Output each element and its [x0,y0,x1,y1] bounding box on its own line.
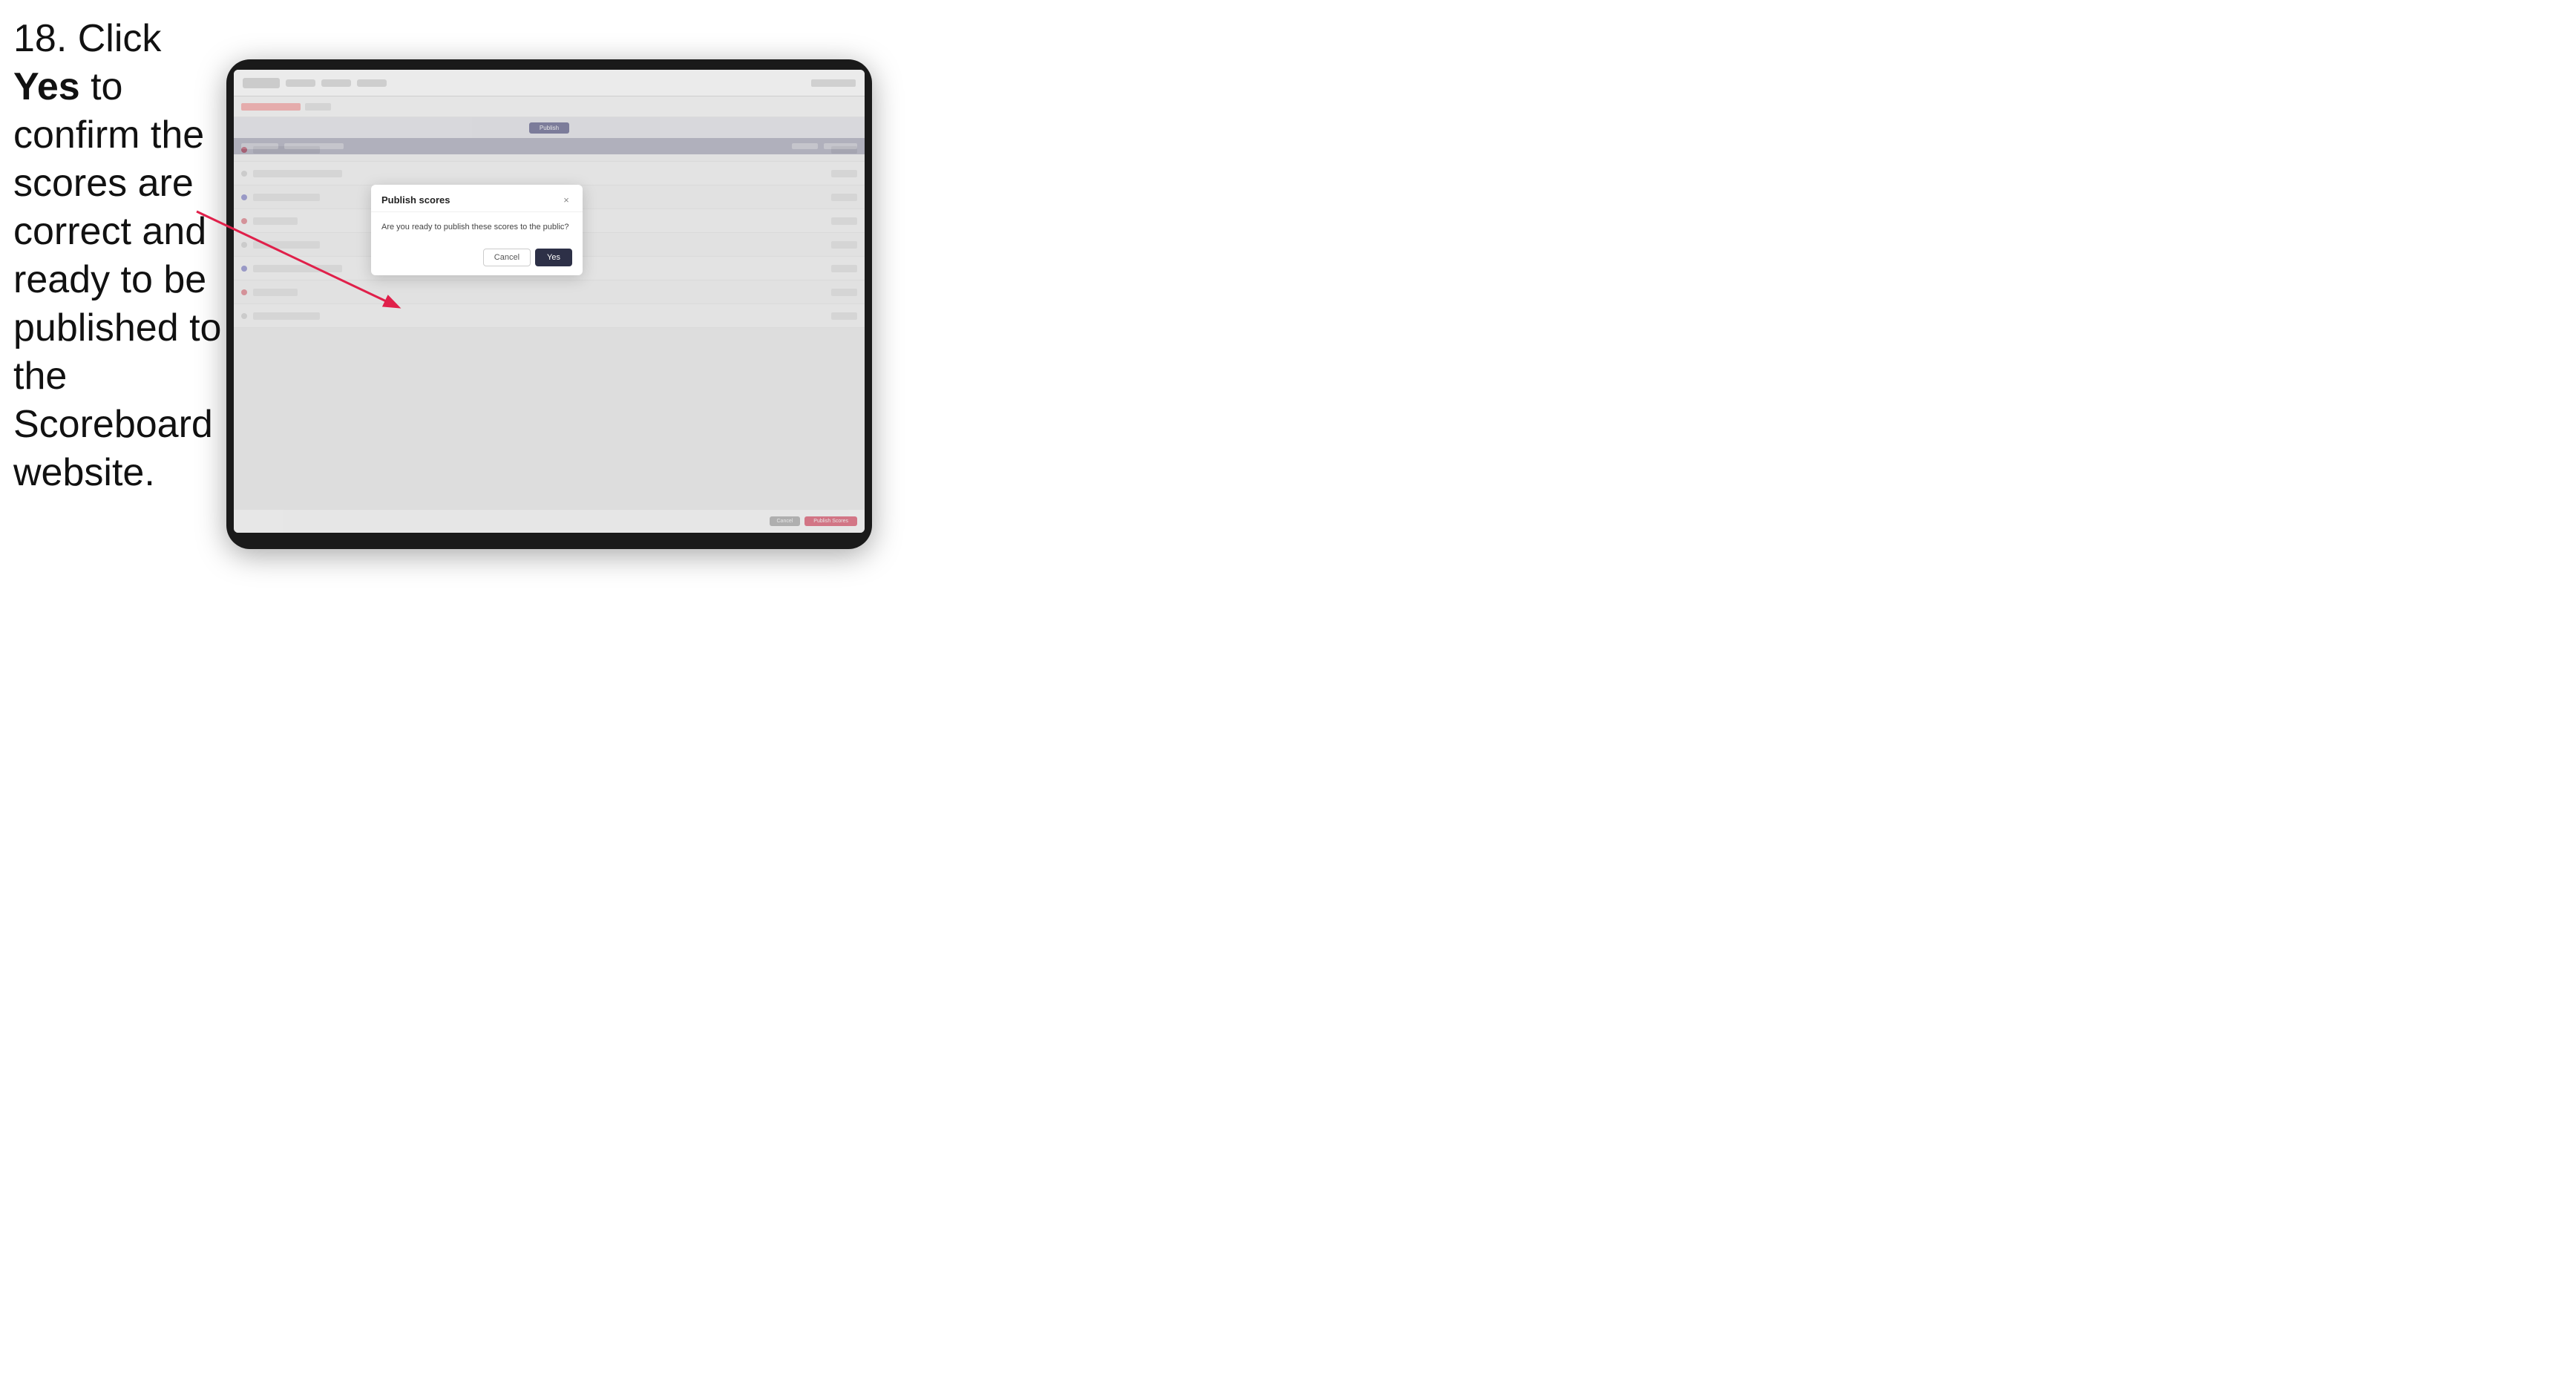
modal-body: Are you ready to publish these scores to… [371,212,583,243]
modal-overlay: Publish scores × Are you ready to publis… [234,70,865,533]
modal-message: Are you ready to publish these scores to… [381,221,572,234]
step-number: 18. [13,17,67,60]
modal-close-button[interactable]: × [560,194,572,206]
modal-header: Publish scores × [371,185,583,212]
modal-footer: Cancel Yes [371,243,583,275]
tablet-screen: Publish [234,70,865,533]
publish-scores-modal: Publish scores × Are you ready to publis… [371,185,583,275]
instruction-text-after: to confirm the scores are correct and re… [13,65,221,494]
instruction-text-before: Click [78,17,162,60]
bold-yes: Yes [13,65,80,108]
cancel-button[interactable]: Cancel [483,249,531,266]
instruction-text: 18. Click Yes to confirm the scores are … [13,15,229,497]
tablet: Publish [226,59,872,549]
modal-title: Publish scores [381,194,450,206]
yes-button[interactable]: Yes [535,249,572,266]
